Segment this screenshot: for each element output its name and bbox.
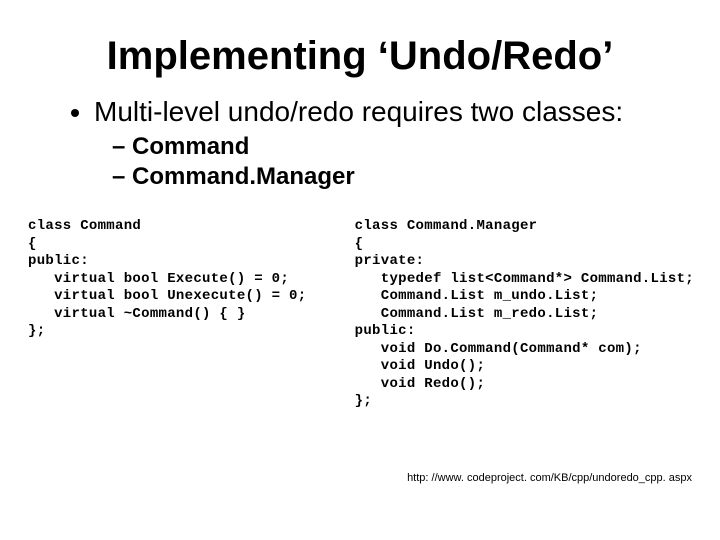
sub-bullet-2: Command.Manager (112, 162, 666, 192)
bullet-list: Multi-level undo/redo requires two class… (66, 95, 666, 192)
sub-bullet-1: Command (112, 132, 666, 162)
code-block-right: class Command.Manager { private: typedef… (355, 218, 694, 411)
code-block-left: class Command { public: virtual bool Exe… (28, 218, 331, 411)
slide: Implementing ‘Undo/Redo’ Multi-level und… (0, 0, 720, 540)
slide-title: Implementing ‘Undo/Redo’ (0, 0, 720, 95)
bullet-item-1-text: Multi-level undo/redo requires two class… (94, 96, 623, 127)
slide-body: Multi-level undo/redo requires two class… (0, 95, 720, 192)
source-link: http: //www. codeproject. com/KB/cpp/und… (407, 472, 692, 484)
bullet-item-1: Multi-level undo/redo requires two class… (94, 95, 666, 192)
code-columns: class Command { public: virtual bool Exe… (0, 218, 720, 411)
sub-bullet-list: Command Command.Manager (94, 132, 666, 192)
